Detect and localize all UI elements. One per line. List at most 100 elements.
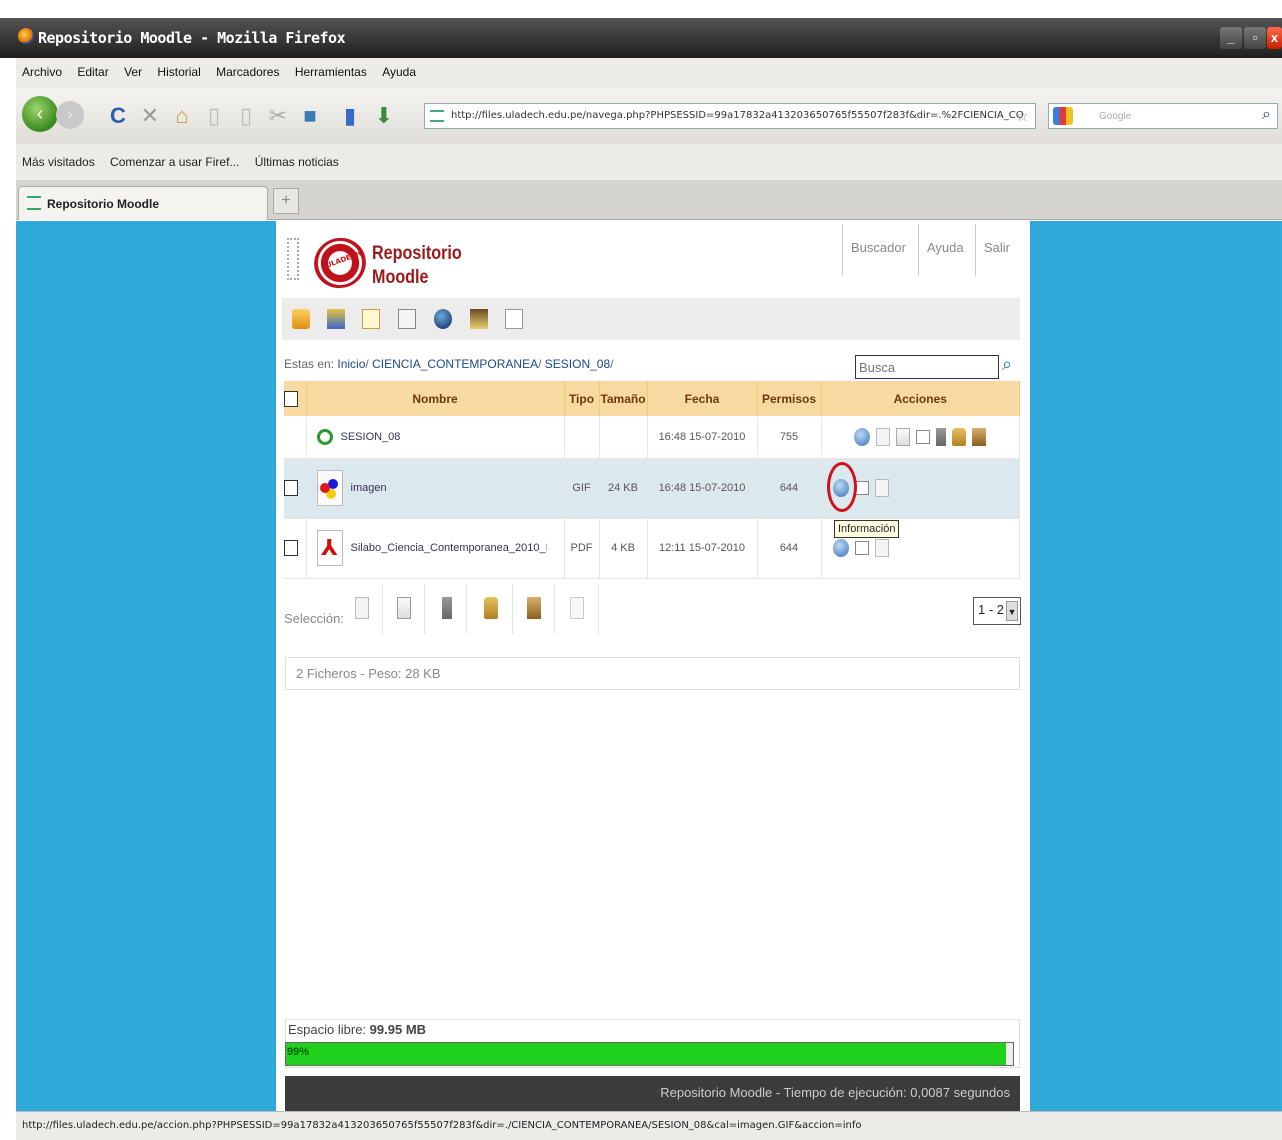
menu-ver[interactable]: Ver — [118, 58, 148, 79]
document-icon[interactable] — [505, 309, 523, 329]
app-toolbar — [282, 298, 1020, 340]
row-perms: 644 — [757, 518, 822, 579]
download-file-icon[interactable] — [874, 539, 889, 557]
row-date: 12:11 15-07-2010 — [647, 518, 758, 579]
row-type: GIF — [564, 458, 600, 519]
select-all-checkbox[interactable] — [284, 390, 298, 407]
minimize-button[interactable]: _ — [1220, 27, 1242, 49]
globe-icon[interactable] — [434, 309, 452, 329]
screenshot-icon[interactable]: ■ — [296, 102, 324, 130]
paste-icon[interactable]: ▯ — [200, 102, 228, 130]
logo-marker — [287, 238, 299, 280]
selection-label: Selección: — [284, 611, 344, 626]
lock-selection-icon[interactable] — [484, 597, 498, 619]
breadcrumb-folder-ciencia[interactable]: CIENCIA_CONTEMPORANEA — [372, 357, 538, 371]
download-icon[interactable]: ⬇ — [370, 102, 398, 130]
window-title: Repositorio Moodle - Mozilla Firefox — [38, 29, 346, 47]
new-file-icon[interactable] — [362, 309, 380, 329]
row-actions — [821, 416, 1020, 459]
rename-icon[interactable] — [916, 429, 931, 444]
breadcrumb: Estas en: Inicio/ CIENCIA_CONTEMPORANEA/… — [284, 357, 614, 371]
address-bar[interactable]: http://files.uladech.edu.pe/navega.php?P… — [424, 103, 1036, 129]
header-permisos[interactable]: Permisos — [757, 381, 822, 416]
extract-selection-icon[interactable] — [570, 597, 584, 619]
tools-icon[interactable] — [470, 309, 488, 329]
tab-repositorio[interactable]: Repositorio Moodle — [18, 186, 268, 220]
header-tipo[interactable]: Tipo — [564, 381, 600, 416]
copy-file-icon[interactable] — [876, 427, 891, 446]
header-tamano[interactable]: Tamaño — [599, 381, 648, 416]
row-size: 24 KB — [599, 458, 648, 519]
image-file-icon — [316, 470, 343, 506]
page-range-value: 1 - 2 — [978, 602, 1005, 617]
compress-icon[interactable] — [972, 427, 987, 446]
breadcrumb-prefix: Estas en: — [284, 357, 335, 371]
menu-ayuda[interactable]: Ayuda — [376, 58, 422, 79]
chevron-down-icon[interactable]: ▼ — [1006, 601, 1018, 621]
edit-file-icon[interactable] — [398, 309, 416, 329]
upload-icon[interactable] — [292, 309, 310, 329]
bookmark-most-visited[interactable]: Más visitados — [16, 144, 101, 169]
maximize-button[interactable]: ▫ — [1244, 27, 1266, 49]
row-date: 16:48 15-07-2010 — [647, 458, 758, 519]
copy-icon[interactable]: ▯ — [232, 102, 260, 130]
row-checkbox[interactable] — [284, 480, 298, 496]
divider — [598, 584, 599, 634]
search-input[interactable] — [855, 355, 999, 379]
menu-marcadores[interactable]: Marcadores — [210, 58, 285, 79]
row-checkbox[interactable] — [284, 540, 298, 556]
copy-selection-icon[interactable] — [355, 597, 369, 619]
name-cell: SESION_08 — [306, 416, 565, 459]
move-file-icon[interactable] — [896, 427, 911, 446]
compress-selection-icon[interactable] — [527, 597, 541, 619]
row-name[interactable]: SESION_08 — [341, 431, 401, 443]
bookmark-tool-icon[interactable]: ▮ — [336, 102, 364, 130]
menu-editar[interactable]: Editar — [71, 58, 114, 79]
menu-herramientas[interactable]: Herramientas — [289, 58, 373, 79]
breadcrumb-inicio[interactable]: Inicio — [337, 357, 365, 371]
forward-icon[interactable]: › — [56, 101, 84, 129]
search-button-icon[interactable]: ⌕ — [1002, 354, 1012, 375]
home-icon[interactable]: ⌂ — [168, 102, 196, 130]
row-perms: 755 — [757, 416, 822, 459]
cut-icon[interactable]: ✂ — [264, 102, 292, 130]
link-salir[interactable]: Salir — [975, 224, 1018, 276]
header-nombre[interactable]: Nombre — [306, 381, 565, 416]
stop-icon[interactable]: ✕ — [136, 102, 164, 130]
star-icon[interactable]: ☆ — [1016, 107, 1029, 125]
info-icon[interactable] — [854, 427, 871, 446]
bookmark-latest-news[interactable]: Últimas noticias — [249, 144, 345, 169]
menu-archivo[interactable]: Archivo — [16, 58, 68, 79]
back-icon[interactable]: ‹ — [22, 96, 58, 132]
link-buscador[interactable]: Buscador — [842, 224, 914, 276]
free-space-progress-fill — [286, 1043, 1006, 1065]
lock-icon[interactable] — [952, 427, 967, 446]
google-icon[interactable] — [1053, 107, 1073, 125]
new-folder-icon[interactable] — [327, 309, 345, 329]
name-cell: ⅄ Silabo_Ciencia_Contemporanea_2010_II — [306, 518, 565, 579]
row-name[interactable]: Silabo_Ciencia_Contemporanea_2010_II — [351, 542, 547, 554]
info-icon[interactable] — [832, 539, 849, 557]
link-ayuda[interactable]: Ayuda — [918, 224, 972, 276]
address-text: http://files.uladech.edu.pe/navega.php?P… — [451, 110, 1024, 121]
menu-historial[interactable]: Historial — [151, 58, 206, 79]
divider — [554, 584, 555, 634]
breadcrumb-folder-sesion[interactable]: SESION_08 — [545, 357, 610, 371]
folder-icon — [316, 428, 333, 445]
page-footer: Repositorio Moodle - Tiempo de ejecución… — [285, 1076, 1020, 1111]
close-button[interactable]: x — [1267, 27, 1282, 49]
download-file-icon[interactable] — [874, 479, 889, 497]
app-title: Repositorio Moodle — [372, 243, 462, 288]
delete-selection-icon[interactable] — [442, 597, 452, 619]
web-search-box[interactable]: Google ⌕ — [1048, 103, 1278, 129]
search-icon[interactable]: ⌕ — [1262, 106, 1271, 124]
delete-icon[interactable] — [936, 427, 947, 446]
header-fecha[interactable]: Fecha — [647, 381, 758, 416]
row-name[interactable]: imagen — [351, 482, 387, 494]
bookmark-getting-started[interactable]: Comenzar a usar Firef... — [104, 144, 245, 169]
page-range-select[interactable]: 1 - 2 ▼ — [973, 597, 1021, 625]
rename-icon[interactable] — [854, 541, 869, 555]
new-tab-button[interactable]: + — [273, 188, 299, 214]
move-selection-icon[interactable] — [397, 597, 411, 619]
reload-icon[interactable]: C — [104, 102, 132, 130]
